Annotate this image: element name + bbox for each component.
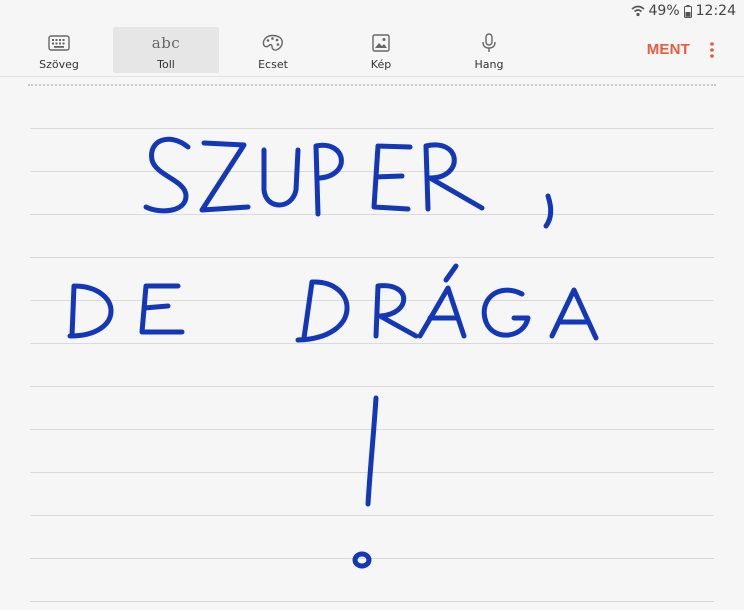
tool-pen-label: Toll (157, 58, 175, 71)
tool-image[interactable]: Kép (328, 27, 434, 73)
ruled-line (30, 343, 714, 344)
pen-abc-glyph: abc (151, 34, 181, 52)
note-toolbar: Szöveg abc Toll Ecset Kép Hang MENT (0, 24, 744, 77)
title-separator (28, 84, 716, 86)
clock: 12:24 (695, 3, 736, 19)
battery-percent: 49% (648, 3, 680, 19)
tool-pen[interactable]: abc Toll (113, 27, 219, 73)
palette-icon (262, 32, 284, 54)
note-canvas[interactable] (0, 90, 744, 610)
ruled-line (30, 515, 714, 516)
ruled-line (30, 300, 714, 301)
tool-text-label: Szöveg (39, 58, 79, 71)
ruled-line (30, 128, 714, 129)
tool-voice[interactable]: Hang (436, 27, 542, 73)
tool-voice-label: Hang (474, 58, 504, 71)
tool-brush[interactable]: Ecset (220, 27, 326, 73)
ruled-line (30, 429, 714, 430)
ruled-line (30, 472, 714, 473)
status-indicators: 49% 12:24 (631, 3, 736, 19)
save-button[interactable]: MENT (647, 41, 690, 58)
wifi-icon (631, 5, 645, 17)
ruled-line (30, 601, 714, 602)
ruled-line (30, 214, 714, 215)
battery-icon (683, 4, 692, 18)
microphone-icon (481, 32, 497, 54)
tool-brush-label: Ecset (258, 58, 288, 71)
ruled-line (30, 558, 714, 559)
tool-image-label: Kép (370, 58, 392, 71)
more-vert-icon[interactable] (704, 40, 720, 60)
status-bar: 49% 12:24 (0, 0, 744, 24)
ruled-line (30, 386, 714, 387)
tool-text[interactable]: Szöveg (6, 27, 112, 73)
image-icon (372, 32, 390, 54)
ruled-line (30, 171, 714, 172)
ruled-line (30, 257, 714, 258)
keyboard-icon (48, 32, 70, 54)
pen-abc-icon: abc (152, 32, 180, 54)
